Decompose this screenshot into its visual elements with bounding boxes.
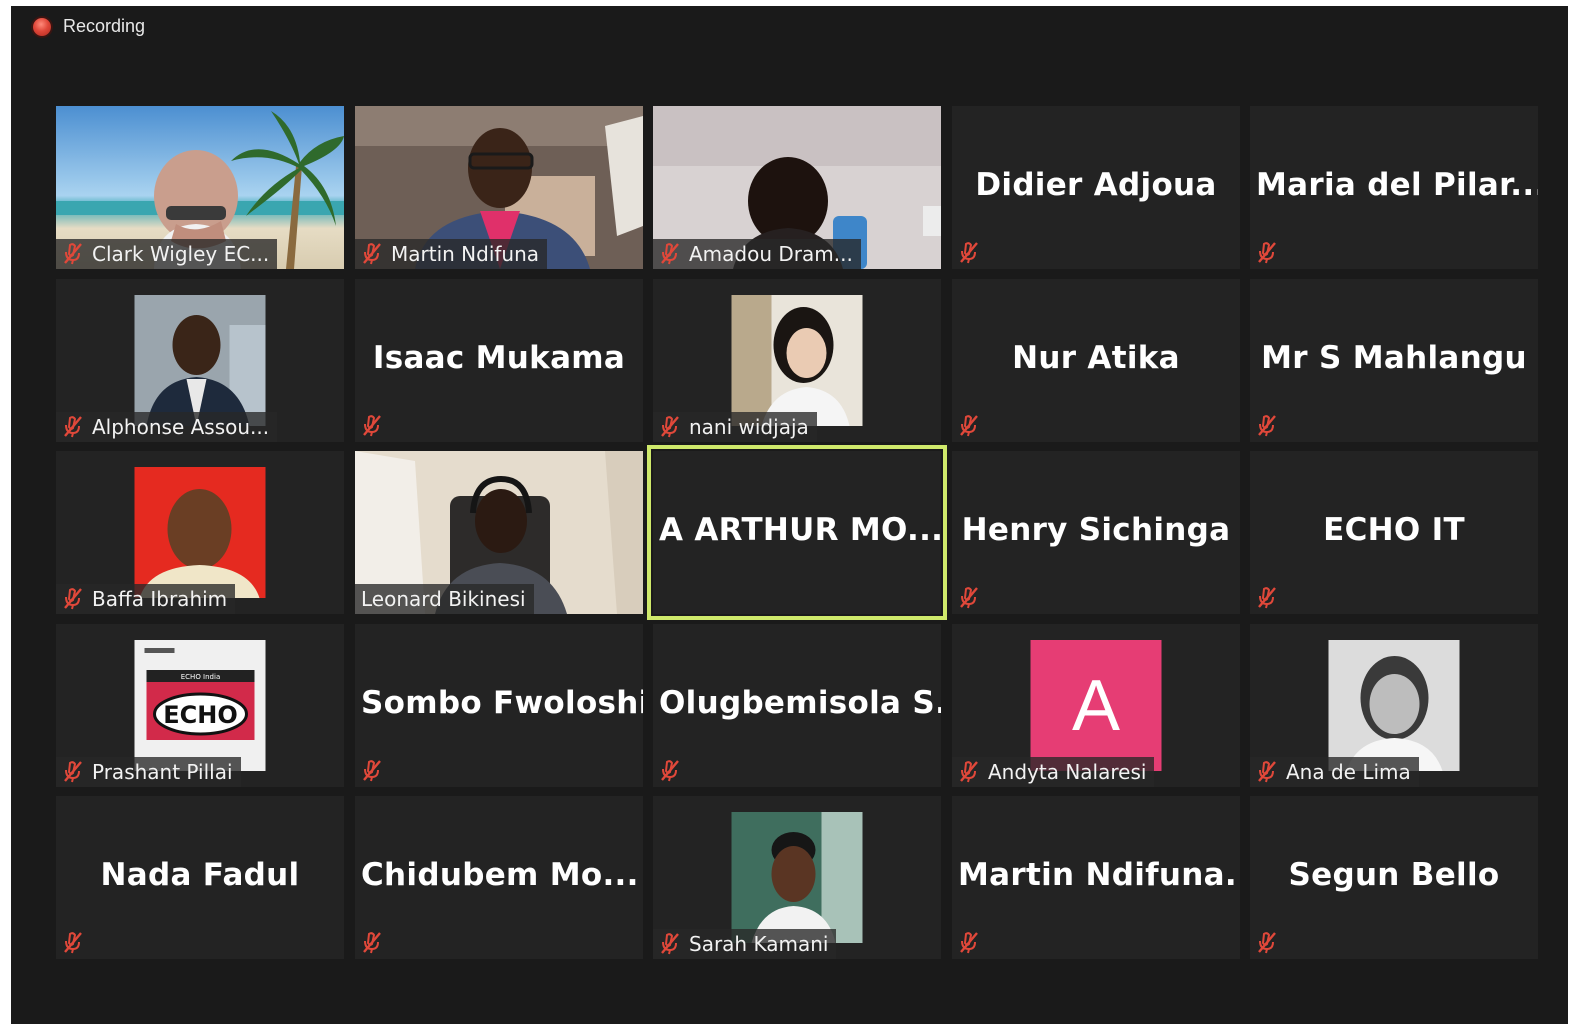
participant-name-bar: Clark Wigley EC... xyxy=(56,239,278,269)
participant-profile-photo xyxy=(134,295,266,426)
mic-muted-icon[interactable] xyxy=(361,242,383,266)
mic-muted-icon[interactable] xyxy=(62,931,84,955)
participant-name: Sarah Kamani xyxy=(689,932,829,956)
mic-muted-icon[interactable] xyxy=(958,241,980,265)
participant-name: Amadou Dram... xyxy=(689,242,853,266)
participant-tile[interactable]: Isaac Mukama xyxy=(355,279,643,442)
mic-muted-icon[interactable] xyxy=(1256,241,1278,265)
participant-name-bar: Amadou Dram... xyxy=(653,239,861,269)
mic-muted-icon[interactable] xyxy=(659,932,681,956)
participant-tile[interactable]: Segun Bello xyxy=(1250,796,1538,959)
mic-muted-icon[interactable] xyxy=(958,586,980,610)
mic-muted-icon[interactable] xyxy=(1256,586,1278,610)
participant-tile[interactable]: Nada Fadul xyxy=(56,796,344,959)
participant-name: Ana de Lima xyxy=(1286,760,1411,784)
mic-muted-icon[interactable] xyxy=(62,587,84,611)
mic-muted-icon[interactable] xyxy=(659,242,681,266)
participant-tile[interactable]: Nur Atika xyxy=(952,279,1240,442)
participant-tile[interactable]: ECHO IT xyxy=(1250,451,1538,614)
mic-muted-icon[interactable] xyxy=(361,414,383,438)
participant-tile[interactable]: Didier Adjoua xyxy=(952,106,1240,269)
echo-logo-header: ECHO India xyxy=(181,673,221,681)
mic-muted-icon[interactable] xyxy=(62,415,84,439)
meeting-window: Recording Clark Wigley EC... Martin Ndif… xyxy=(11,6,1568,1024)
mic-muted-icon[interactable] xyxy=(361,759,383,783)
participant-profile-photo: ECHO India ECHO xyxy=(134,640,266,771)
participant-tile[interactable]: Martin Ndifuna xyxy=(355,106,643,269)
participant-display-name: Martin Ndifuna... xyxy=(958,856,1240,893)
participant-name: nani widjaja xyxy=(689,415,809,439)
participant-name-bar: nani widjaja xyxy=(653,412,817,442)
participant-tile[interactable]: Ana de Lima xyxy=(1250,624,1538,787)
participant-name-bar: Ana de Lima xyxy=(1250,757,1419,787)
participant-profile-photo xyxy=(731,812,863,943)
participant-tile[interactable]: Leonard Bikinesi xyxy=(355,451,643,614)
mic-muted-icon[interactable] xyxy=(659,759,681,783)
participant-tile[interactable]: Sarah Kamani xyxy=(653,796,941,959)
participant-display-name: Henry Sichinga xyxy=(961,511,1231,548)
participant-profile-photo xyxy=(1328,640,1460,771)
participant-name: Andyta Nalaresi xyxy=(988,760,1147,784)
echo-logo-mark: ECHO xyxy=(163,701,238,729)
participant-display-name: Chidubem Mo... xyxy=(361,856,639,893)
participant-tile[interactable]: Maria del Pilar... xyxy=(1250,106,1538,269)
participant-tile[interactable]: Baffa Ibrahim xyxy=(56,451,344,614)
participant-profile-photo xyxy=(731,295,863,426)
participant-name: Prashant Pillai xyxy=(92,760,233,784)
mic-muted-icon[interactable] xyxy=(1256,414,1278,438)
mic-muted-icon[interactable] xyxy=(958,760,980,784)
mic-muted-icon[interactable] xyxy=(62,760,84,784)
participant-display-name: Mr S Mahlangu xyxy=(1261,339,1527,376)
mic-muted-icon[interactable] xyxy=(958,414,980,438)
participant-tile[interactable]: Olugbemisola S... xyxy=(653,624,941,787)
participant-tile[interactable]: ECHO India ECHO Prashant Pillai xyxy=(56,624,344,787)
participant-display-name: ECHO IT xyxy=(1323,511,1465,548)
participant-display-name: Nur Atika xyxy=(1012,339,1180,376)
participant-name-bar: Leonard Bikinesi xyxy=(355,584,534,614)
participant-name-bar: Martin Ndifuna xyxy=(355,239,548,269)
participant-name-bar: Prashant Pillai xyxy=(56,757,241,787)
mic-muted-icon[interactable] xyxy=(1256,931,1278,955)
recording-label: Recording xyxy=(63,16,146,36)
participant-tile[interactable]: Mr S Mahlangu xyxy=(1250,279,1538,442)
participant-tile-active-speaker[interactable]: A ARTHUR MO... xyxy=(647,445,947,620)
participant-name-bar: Baffa Ibrahim xyxy=(56,584,236,614)
participant-name: Leonard Bikinesi xyxy=(361,587,526,611)
mic-muted-icon[interactable] xyxy=(62,242,84,266)
participant-tile[interactable]: Chidubem Mo... xyxy=(355,796,643,959)
participant-tile[interactable]: Martin Ndifuna... xyxy=(952,796,1240,959)
participant-tile[interactable]: Henry Sichinga xyxy=(952,451,1240,614)
participant-tile[interactable]: A Andyta Nalaresi xyxy=(952,624,1240,787)
participant-name-bar: Sarah Kamani xyxy=(653,929,837,959)
participant-display-name: Maria del Pilar... xyxy=(1256,166,1538,203)
participant-name-bar: Alphonse Assou... xyxy=(56,412,278,442)
participant-display-name: Olugbemisola S... xyxy=(659,684,941,721)
participant-name: Clark Wigley EC... xyxy=(92,242,270,266)
avatar-letter: A xyxy=(1071,665,1121,746)
participant-tile[interactable]: Amadou Dram... xyxy=(653,106,941,269)
recording-indicator[interactable]: Recording xyxy=(33,16,145,37)
participant-tile[interactable]: Sombo Fwoloshi xyxy=(355,624,643,787)
participant-tile[interactable]: Clark Wigley EC... xyxy=(56,106,344,269)
participant-name: Baffa Ibrahim xyxy=(92,587,228,611)
participant-display-name: A ARTHUR MO... xyxy=(659,511,941,548)
participant-name-bar: Andyta Nalaresi xyxy=(952,757,1155,787)
recording-dot-icon xyxy=(33,17,51,36)
mic-muted-icon[interactable] xyxy=(659,415,681,439)
participant-profile-photo xyxy=(134,467,266,598)
participant-display-name: Nada Fadul xyxy=(100,856,300,893)
participant-tile[interactable]: Alphonse Assou... xyxy=(56,279,344,442)
participant-name: Alphonse Assou... xyxy=(92,415,270,439)
participant-avatar: A xyxy=(1030,640,1162,771)
mic-muted-icon[interactable] xyxy=(361,931,383,955)
mic-muted-icon[interactable] xyxy=(958,931,980,955)
mic-muted-icon[interactable] xyxy=(1256,760,1278,784)
participant-display-name: Didier Adjoua xyxy=(975,166,1217,203)
participant-display-name: Isaac Mukama xyxy=(372,339,626,376)
participant-tile[interactable]: nani widjaja xyxy=(653,279,941,442)
participant-display-name: Sombo Fwoloshi xyxy=(361,684,643,721)
participant-display-name: Segun Bello xyxy=(1288,856,1500,893)
participant-name: Martin Ndifuna xyxy=(391,242,540,266)
